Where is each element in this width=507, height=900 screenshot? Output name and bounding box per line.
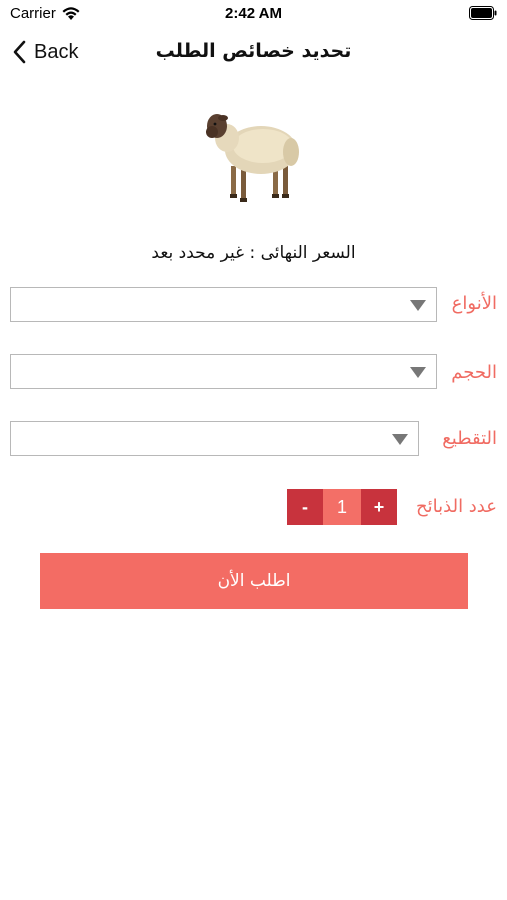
dropdown-arrow-icon — [410, 300, 426, 311]
size-select[interactable] — [10, 354, 437, 389]
decrement-button[interactable]: - — [287, 489, 323, 525]
quantity-stepper: - 1 + — [287, 489, 397, 525]
types-label: الأنواع — [451, 293, 497, 314]
final-price-text: السعر النهائى : غير محدد بعد — [151, 243, 356, 263]
status-bar: Carrier 2:42 AM — [0, 0, 507, 28]
page-title: تحديد خصائص الطلب — [155, 40, 352, 62]
dropdown-arrow-icon — [392, 434, 408, 445]
size-label: الحجم — [451, 362, 497, 383]
clock: 2:42 AM — [225, 5, 282, 22]
quantity-label: عدد الذبائح — [416, 496, 497, 517]
navigation-bar: Back تحديد خصائص الطلب — [0, 28, 507, 76]
order-now-button[interactable]: اطلب الأن — [40, 553, 468, 609]
battery-icon — [469, 6, 497, 20]
quantity-value: 1 — [323, 489, 361, 525]
cutting-select[interactable] — [10, 421, 419, 456]
increment-button[interactable]: + — [361, 489, 397, 525]
sheep-image — [206, 114, 299, 202]
dropdown-arrow-icon — [410, 367, 426, 378]
types-select[interactable] — [10, 287, 437, 322]
cutting-label: التقطيع — [442, 428, 497, 449]
